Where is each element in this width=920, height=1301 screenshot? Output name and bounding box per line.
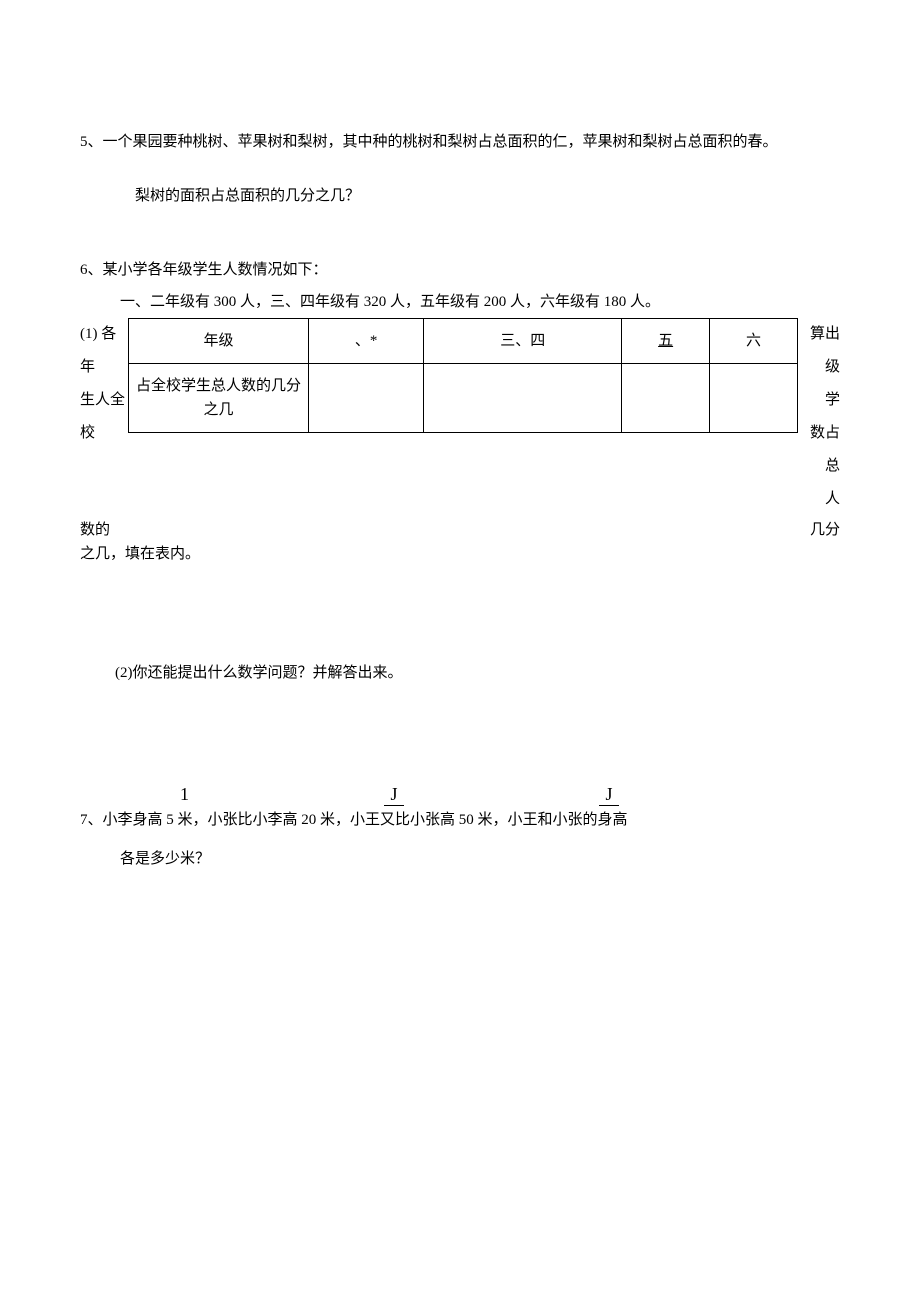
q6-table: 年级 、* 三、四 五 六 占全校学生总人数的几分之几 — [128, 318, 798, 433]
th-col-5: 五 — [622, 319, 710, 364]
fraction-3: J — [599, 785, 619, 806]
table-header-row: 年级 、* 三、四 五 六 — [129, 319, 798, 364]
q6-left-l3: 生人全 — [80, 384, 128, 417]
table-row: 占全校学生总人数的几分之几 — [129, 364, 798, 433]
q6-header: 6、某小学各年级学生人数情况如下： — [80, 258, 840, 282]
q6-right-r1: 算出级 — [798, 318, 840, 384]
td-cell-5 — [622, 364, 710, 433]
q6-left-l4: 校 — [80, 417, 128, 450]
question-5: 5、一个果园要种桃树、苹果树和梨树，其中种的桃树和梨树占总面积的仁，苹果树和梨树… — [80, 130, 840, 208]
th-col-1-2: 、* — [309, 319, 424, 364]
question-6: 6、某小学各年级学生人数情况如下： 一、二年级有 300 人，三、四年级有 32… — [80, 258, 840, 685]
fraction-2: J — [384, 785, 404, 806]
th-grade-label: 年级 — [129, 319, 309, 364]
q6-right-r4: 人 — [798, 483, 840, 516]
td-cell-3-4 — [424, 364, 622, 433]
q6-tail: 数的 几分 之几，填在表内。 — [80, 518, 840, 566]
q6-tail-text: 之几，填在表内。 — [80, 542, 840, 566]
q5-text-line2: 梨树的面积占总面积的几分之几？ — [80, 184, 840, 208]
q6-left-l2: 年 — [80, 351, 128, 384]
th-col-3-4: 三、四 — [424, 319, 622, 364]
q6-tail-left: 数的 — [80, 518, 110, 542]
question-7: 1 J J 7、小李身高 5 米，小张比小李高 20 米，小王又比小张高 50 … — [80, 785, 840, 871]
fraction-1: 1 — [180, 785, 189, 806]
q6-right-r3: 数占总 — [798, 417, 840, 483]
td-cell-1-2 — [309, 364, 424, 433]
q7-fractions-row: 1 J J — [180, 785, 840, 806]
q7-text-line2: 各是多少米？ — [80, 847, 840, 871]
q6-tail-right: 几分 — [810, 518, 840, 542]
q5-text-line1: 5、一个果园要种桃树、苹果树和梨树，其中种的桃树和梨树占总面积的仁，苹果树和梨树… — [80, 130, 840, 154]
th-col-6: 六 — [710, 319, 798, 364]
q6-right-r2: 学 — [798, 384, 840, 417]
q7-text-line1: 7、小李身高 5 米，小张比小李高 20 米，小王又比小张高 50 米，小王和小… — [80, 808, 840, 832]
q6-subquestion-2: (2)你还能提出什么数学问题？并解答出来。 — [80, 661, 840, 685]
q6-layout: (1) 各 年 生人全 校 年级 、* 三、四 五 六 占全校学生总人数的几分之… — [80, 318, 840, 516]
q6-intro: 一、二年级有 300 人，三、四年级有 320 人，五年级有 200 人，六年级… — [80, 290, 840, 314]
q6-table-wrap: 年级 、* 三、四 五 六 占全校学生总人数的几分之几 — [128, 318, 798, 433]
q6-left-column: (1) 各 年 生人全 校 — [80, 318, 128, 450]
td-cell-6 — [710, 364, 798, 433]
q6-right-column: 算出级 学 数占总 人 — [798, 318, 840, 516]
q6-left-l1: (1) 各 — [80, 318, 128, 351]
td-row-label: 占全校学生总人数的几分之几 — [129, 364, 309, 433]
